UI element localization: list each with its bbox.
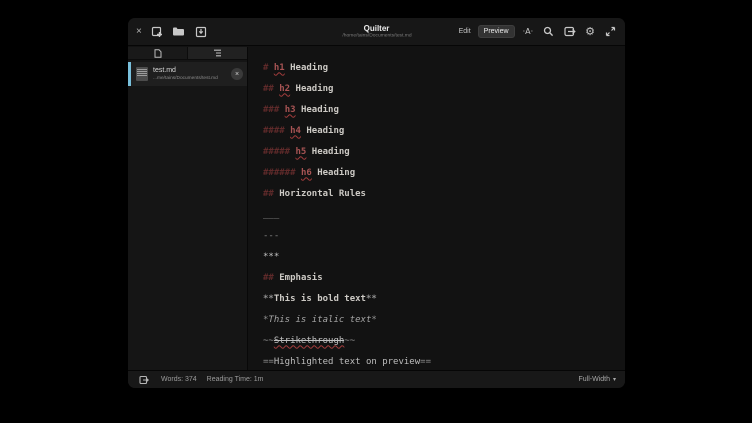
search-button[interactable] xyxy=(541,25,555,39)
editor-line[interactable]: ~~Strikethrough~~ xyxy=(263,330,625,351)
open-folder-icon xyxy=(172,26,185,37)
document-tab-icon xyxy=(154,49,162,58)
focus-mode-icon xyxy=(139,375,149,385)
open-file-button[interactable] xyxy=(172,25,186,39)
editor-line[interactable]: ___ xyxy=(263,204,625,225)
gear-icon: ⚙ xyxy=(585,25,595,38)
markdown-file-icon xyxy=(136,67,148,81)
statusbar: Words: 374 Reading Time: 1m Full-Width ▾ xyxy=(128,370,625,388)
window-close-button[interactable]: × xyxy=(136,27,142,37)
editor-line[interactable]: #### h4 Heading xyxy=(263,120,625,141)
editor-line[interactable]: # h1 Heading xyxy=(263,57,625,78)
reading-time: Reading Time: 1m xyxy=(207,376,264,383)
editor-line[interactable]: ##### h5 Heading xyxy=(263,141,625,162)
editor-segment: ** xyxy=(263,294,274,304)
new-document-button[interactable] xyxy=(150,25,164,39)
editor-segment: ## xyxy=(263,273,279,283)
editor-segment: ** xyxy=(366,294,377,304)
settings-button[interactable]: ⚙ xyxy=(585,26,595,37)
file-name: test.md xyxy=(153,67,226,75)
editor-segment: #### xyxy=(263,126,290,136)
preview-mode-button[interactable]: Preview xyxy=(478,25,515,38)
sidebar-tabs xyxy=(128,47,247,60)
focus-mode-button[interactable] xyxy=(137,373,151,387)
editor-segment: Heading xyxy=(296,105,339,115)
editor-line[interactable]: *** xyxy=(263,246,625,267)
file-close-button[interactable]: × xyxy=(231,68,243,80)
editor-segment: Heading xyxy=(285,63,328,73)
editor-segment: ##### xyxy=(263,147,296,157)
editor-segment: Emphasis xyxy=(279,273,322,283)
quilter-window: × Quilter /home/tains/Docu xyxy=(128,18,625,388)
editor-segment: Highlighted text on preview xyxy=(274,357,420,367)
editor-segment: == xyxy=(420,357,431,367)
editor-segment: * xyxy=(371,315,376,325)
editor-line[interactable]: ## h2 Heading xyxy=(263,78,625,99)
editor-line[interactable]: **This is bold text** xyxy=(263,288,625,309)
editor-line[interactable]: *This is italic text* xyxy=(263,309,625,330)
editor-segment: This is bold text xyxy=(274,294,366,304)
editor-line[interactable]: ## Emphasis xyxy=(263,267,625,288)
editor-segment: ~~ xyxy=(344,336,355,346)
search-icon xyxy=(543,26,554,37)
editor-segment: Heading xyxy=(312,168,355,178)
edit-mode-button[interactable]: Edit xyxy=(454,26,476,37)
editor-line[interactable]: ==Highlighted text on preview== xyxy=(263,351,625,370)
chevron-down-icon: ▾ xyxy=(613,376,616,383)
editor-segment: Strikethrough xyxy=(274,336,344,346)
sidebar: test.md ...me/tains/Documents/test.md × xyxy=(128,47,248,370)
font-size-button[interactable]: ·A· xyxy=(523,27,534,36)
editor-segment: h4 xyxy=(290,126,301,136)
editor-line[interactable]: ### h3 Heading xyxy=(263,99,625,120)
export-icon xyxy=(564,26,576,37)
editor[interactable]: # h1 Heading## h2 Heading### h3 Heading#… xyxy=(249,47,625,370)
outline-tab-icon xyxy=(213,49,222,57)
fullscreen-button[interactable] xyxy=(603,25,617,39)
headerbar: × Quilter /home/tains/Docu xyxy=(128,18,625,46)
editor-lines: # h1 Heading## h2 Heading### h3 Heading#… xyxy=(249,47,625,370)
tab-files[interactable] xyxy=(128,47,187,59)
width-mode-label: Full-Width xyxy=(578,376,610,383)
editor-segment: This is italic text xyxy=(268,315,371,325)
editor-line[interactable]: ## Horizontal Rules xyxy=(263,183,625,204)
editor-segment: == xyxy=(263,357,274,367)
editor-segment: # xyxy=(263,63,274,73)
editor-segment: h5 xyxy=(296,147,307,157)
word-count: Words: 374 xyxy=(161,376,197,383)
fullscreen-expand-icon xyxy=(605,26,616,37)
editor-segment: h3 xyxy=(285,105,296,115)
editor-segment: ## xyxy=(263,189,279,199)
mode-switcher: Edit Preview xyxy=(454,25,515,38)
new-document-icon xyxy=(151,26,163,38)
file-list-item[interactable]: test.md ...me/tains/Documents/test.md × xyxy=(128,62,247,86)
document-path: /home/tains/Documents/test.md xyxy=(342,33,411,39)
editor-segment: ___ xyxy=(263,210,279,220)
editor-segment: h6 xyxy=(301,168,312,178)
editor-segment: Heading xyxy=(306,147,349,157)
file-path: ...me/tains/Documents/test.md xyxy=(153,75,211,81)
tab-outline[interactable] xyxy=(187,47,247,59)
editor-line[interactable]: ###### h6 Heading xyxy=(263,162,625,183)
editor-segment: Horizontal Rules xyxy=(279,189,366,199)
editor-segment: ~~ xyxy=(263,336,274,346)
editor-segment: Heading xyxy=(290,84,333,94)
editor-segment: ### xyxy=(263,105,285,115)
page-title: Quilter xyxy=(334,24,418,33)
editor-line[interactable]: --- xyxy=(263,225,625,246)
editor-segment: h1 xyxy=(274,63,285,73)
save-icon xyxy=(195,26,207,38)
editor-segment: h2 xyxy=(279,84,290,94)
export-button[interactable] xyxy=(563,25,577,39)
save-button[interactable] xyxy=(194,25,208,39)
editor-segment: --- xyxy=(263,231,279,241)
editor-segment: Heading xyxy=(301,126,344,136)
editor-segment: ###### xyxy=(263,168,301,178)
editor-segment: *** xyxy=(263,252,279,262)
editor-segment: ## xyxy=(263,84,279,94)
width-mode-dropdown[interactable]: Full-Width ▾ xyxy=(578,376,616,383)
